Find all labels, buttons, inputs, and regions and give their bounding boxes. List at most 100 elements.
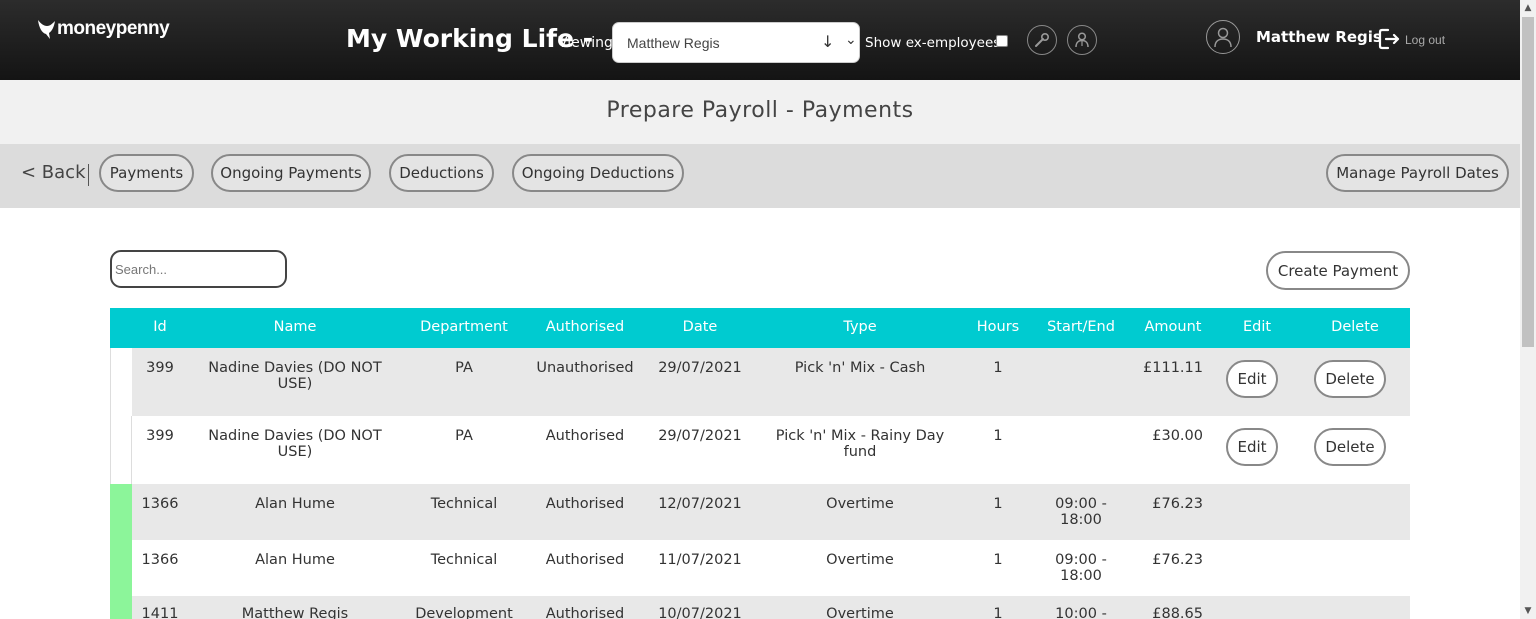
cell-start-end: 09:00 - 18:00 xyxy=(1055,496,1107,528)
search-input[interactable] xyxy=(110,250,287,288)
logo-text: moneypenny xyxy=(57,18,170,39)
app-title: My Working Life - xyxy=(346,24,594,53)
show-ex-employees-label: Show ex-employees xyxy=(865,35,1001,51)
cell-date: 11/07/2021 xyxy=(658,552,742,568)
create-payment-button[interactable]: Create Payment xyxy=(1266,251,1410,290)
cell-authorised: Authorised xyxy=(545,428,625,444)
edit-button[interactable]: Edit xyxy=(1226,428,1278,466)
page-scrollbar[interactable]: ▲ ▼ xyxy=(1520,0,1536,619)
cell-type: Pick 'n' Mix - Cash xyxy=(794,360,926,376)
show-ex-employees-checkbox[interactable] xyxy=(996,35,1008,47)
cell-department: PA xyxy=(455,360,473,376)
back-link[interactable]: < Back xyxy=(21,162,86,183)
cell-date: 10/07/2021 xyxy=(658,606,742,619)
row-status-marker xyxy=(110,348,132,416)
cell-date: 29/07/2021 xyxy=(658,428,742,444)
cell-id: 1411 xyxy=(141,606,179,619)
cell-authorised: Unauthorised xyxy=(536,360,634,376)
user-avatar-icon[interactable] xyxy=(1206,20,1240,54)
row-status-marker xyxy=(110,540,132,596)
table-row: 399 Nadine Davies (DO NOT USE) PA Author… xyxy=(110,416,1410,484)
column-header-department[interactable]: Department xyxy=(404,319,524,335)
table-row: 399 Nadine Davies (DO NOT USE) PA Unauth… xyxy=(110,348,1410,416)
cell-department: Technical xyxy=(430,496,498,512)
user-name[interactable]: Matthew Regis xyxy=(1256,28,1382,46)
cell-amount: £111.11 xyxy=(1143,360,1203,376)
cell-date: 12/07/2021 xyxy=(658,496,742,512)
cell-hours: 1 xyxy=(993,606,1003,619)
cell-type: Overtime xyxy=(826,606,894,619)
column-header-date[interactable]: Date xyxy=(650,319,750,335)
admin-user-icon[interactable] xyxy=(1067,25,1097,55)
column-header-amount[interactable]: Amount xyxy=(1133,319,1213,335)
cell-hours: 1 xyxy=(993,496,1003,512)
edit-button[interactable]: Edit xyxy=(1226,360,1278,398)
row-status-marker xyxy=(110,416,132,484)
column-header-authorised[interactable]: Authorised xyxy=(530,319,640,335)
delete-button[interactable]: Delete xyxy=(1314,360,1386,398)
cell-name: Alan Hume xyxy=(255,552,335,568)
cell-type: Overtime xyxy=(826,552,894,568)
cell-id: 399 xyxy=(146,428,174,444)
employee-select[interactable]: Matthew Regis ↓ ⌄ xyxy=(612,22,860,63)
bird-logo-icon xyxy=(38,20,55,39)
cell-amount: £88.65 xyxy=(1152,606,1203,619)
column-header-id[interactable]: Id xyxy=(132,319,188,335)
cell-hours: 1 xyxy=(993,552,1003,568)
scroll-up-icon[interactable]: ▲ xyxy=(1520,0,1536,16)
cell-authorised: Authorised xyxy=(545,606,625,619)
cell-date: 29/07/2021 xyxy=(658,360,742,376)
arrow-down-icon: ↓ xyxy=(821,32,835,51)
column-header-hours[interactable]: Hours xyxy=(968,319,1028,335)
scrollbar-thumb[interactable] xyxy=(1522,17,1534,347)
cell-hours: 1 xyxy=(993,428,1003,444)
cell-name: Nadine Davies (DO NOT USE) xyxy=(208,360,382,392)
cell-id: 1366 xyxy=(141,552,179,568)
tab-deductions[interactable]: Deductions xyxy=(389,154,494,192)
table-row: 1366 Alan Hume Technical Authorised 12/0… xyxy=(110,484,1410,540)
cell-start-end: 09:00 - 18:00 xyxy=(1055,552,1107,584)
tab-payments[interactable]: Payments xyxy=(99,154,194,192)
cell-id: 399 xyxy=(146,360,174,376)
moneypenny-logo[interactable]: moneypenny xyxy=(37,18,170,40)
cell-department: Technical xyxy=(430,552,498,568)
manage-payroll-dates-button[interactable]: Manage Payroll Dates xyxy=(1326,154,1509,192)
cell-name: Alan Hume xyxy=(255,496,335,512)
cell-amount: £76.23 xyxy=(1152,552,1203,568)
table-row: 1366 Alan Hume Technical Authorised 11/0… xyxy=(110,540,1410,596)
column-header-name[interactable]: Name xyxy=(202,319,388,335)
tab-ongoing-deductions[interactable]: Ongoing Deductions xyxy=(512,154,684,192)
title-band: Prepare Payroll - Payments xyxy=(0,80,1520,144)
scroll-down-icon[interactable]: ▼ xyxy=(1520,603,1536,619)
nav-divider xyxy=(88,164,89,186)
cell-amount: £30.00 xyxy=(1152,428,1203,444)
cell-authorised: Authorised xyxy=(545,552,625,568)
cell-amount: £76.23 xyxy=(1152,496,1203,512)
cell-id: 1366 xyxy=(141,496,179,512)
logout-link[interactable]: Log out xyxy=(1405,33,1445,47)
cell-authorised: Authorised xyxy=(545,496,625,512)
tab-ongoing-payments[interactable]: Ongoing Payments xyxy=(211,154,371,192)
cell-name: Nadine Davies (DO NOT USE) xyxy=(208,428,382,460)
cell-hours: 1 xyxy=(993,360,1003,376)
column-header-start-end[interactable]: Start/End xyxy=(1041,319,1121,335)
cell-type: Overtime xyxy=(826,496,894,512)
cell-name: Matthew Regis xyxy=(241,606,349,619)
cell-type: Pick 'n' Mix - Rainy Day fund xyxy=(775,428,945,460)
table-row: 1411 Matthew Regis Development Authorise… xyxy=(110,596,1410,619)
delete-button[interactable]: Delete xyxy=(1314,428,1386,466)
logout-icon[interactable] xyxy=(1378,27,1400,51)
cell-start-end: 10:00 - xyxy=(1055,606,1107,619)
cell-department: Development xyxy=(415,606,513,619)
column-header-type[interactable]: Type xyxy=(770,319,950,335)
top-bar: moneypenny My Working Life - Viewing Mat… xyxy=(0,0,1520,80)
column-header-edit: Edit xyxy=(1242,319,1272,335)
payroll-nav: < Back Payments Ongoing Payments Deducti… xyxy=(0,144,1520,208)
cell-department: PA xyxy=(455,428,473,444)
row-status-marker xyxy=(110,596,132,619)
column-header-delete: Delete xyxy=(1331,319,1379,335)
employee-select-value: Matthew Regis xyxy=(627,35,720,51)
table-header: Id Name Department Authorised Date Type … xyxy=(110,308,1410,348)
wrench-icon[interactable] xyxy=(1027,25,1057,55)
chevron-down-icon: ⌄ xyxy=(845,32,857,48)
